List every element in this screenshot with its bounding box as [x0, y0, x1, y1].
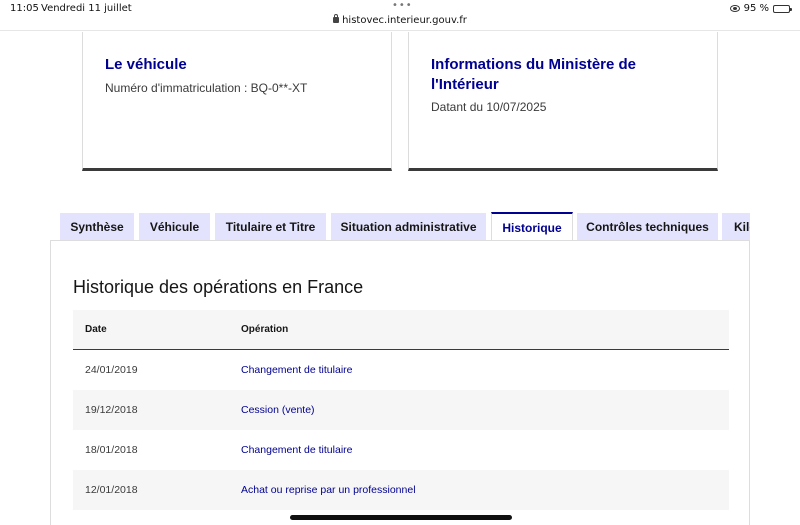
tab-controles-techniques[interactable]: Contrôles techniques — [577, 213, 718, 241]
tab-kilometrage[interactable]: Kilométrage — [722, 213, 750, 241]
tab-bar: Synthèse Véhicule Titulaire et Titre Sit… — [60, 212, 750, 241]
divider — [0, 30, 800, 31]
column-operation: Opération — [241, 324, 289, 335]
tab-vehicule[interactable]: Véhicule — [139, 213, 210, 241]
privacy-eye-icon — [729, 5, 740, 12]
table-header: Date Opération — [73, 310, 729, 350]
row-operation: Achat ou reprise par un professionnel — [241, 484, 416, 496]
row-date: 12/01/2018 — [85, 484, 138, 496]
history-panel: Historique des opérations en France Date… — [50, 240, 750, 525]
row-operation: Changement de titulaire — [241, 444, 353, 456]
status-indicators: 95 % — [729, 3, 792, 14]
battery-percent: 95 % — [743, 3, 769, 14]
status-date: Vendredi 11 juillet — [41, 3, 132, 14]
status-bar: 11:05 Vendredi 11 juillet ••• histovec.i… — [0, 0, 800, 30]
info-date: Datant du 10/07/2025 — [431, 100, 547, 114]
table-row: 19/12/2018 Cession (vente) — [73, 390, 729, 430]
vehicle-card: Le véhicule Numéro d'immatriculation : B… — [82, 32, 392, 171]
lock-icon — [333, 14, 340, 23]
row-date: 24/01/2019 — [85, 364, 138, 376]
table-row: 24/01/2019 Changement de titulaire — [73, 350, 729, 390]
row-operation: Changement de titulaire — [241, 364, 353, 376]
multitask-dots-icon[interactable]: ••• — [392, 0, 413, 11]
column-date: Date — [85, 324, 107, 335]
table-row: 12/01/2018 Achat ou reprise par un profe… — [73, 470, 729, 510]
tab-situation-administrative[interactable]: Situation administrative — [331, 213, 486, 241]
tab-synthese[interactable]: Synthèse — [60, 213, 134, 241]
battery-icon — [773, 4, 792, 13]
vehicle-card-title: Le véhicule — [105, 56, 187, 73]
row-date: 19/12/2018 — [85, 404, 138, 416]
url-text: histovec.interieur.gouv.fr — [342, 15, 467, 26]
tab-historique[interactable]: Historique — [491, 212, 573, 241]
tab-titulaire-titre[interactable]: Titulaire et Titre — [215, 213, 326, 241]
row-date: 18/01/2018 — [85, 444, 138, 456]
ministry-info-card: Informations du Ministère de l'Intérieur… — [408, 32, 718, 171]
address-bar[interactable]: histovec.interieur.gouv.fr — [0, 14, 800, 26]
history-table: Date Opération 24/01/2019 Changement de … — [73, 310, 729, 510]
table-row: 18/01/2018 Changement de titulaire — [73, 430, 729, 470]
status-time: 11:05 — [10, 3, 39, 14]
ministry-card-title: Informations du Ministère de l'Intérieur — [431, 56, 637, 93]
registration-number: Numéro d'immatriculation : BQ-0**-XT — [105, 81, 308, 95]
row-operation: Cession (vente) — [241, 404, 315, 416]
home-indicator[interactable] — [290, 515, 512, 520]
history-title: Historique des opérations en France — [73, 277, 364, 297]
